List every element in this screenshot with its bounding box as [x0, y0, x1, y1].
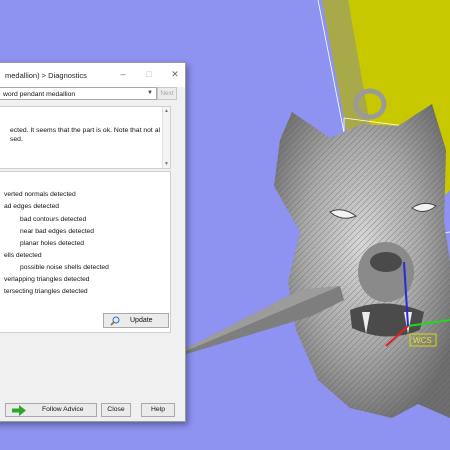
- diag-item-inverted-normals: verted normals detected: [4, 191, 76, 198]
- close-button[interactable]: Close: [101, 403, 131, 417]
- magnifier-icon: [110, 316, 120, 326]
- title-bar: medallion) > Diagnostics – □ ✕: [0, 63, 185, 87]
- diagnostics-list: verted normals detected ad edges detecte…: [0, 171, 171, 333]
- diag-item-overlapping-triangles: verlapping triangles detected: [4, 276, 90, 283]
- message-text: ected. It seems that the part is ok. Not…: [10, 127, 160, 143]
- help-button[interactable]: Help: [141, 403, 175, 417]
- diag-item-bad-edges: ad edges detected: [4, 203, 60, 210]
- scroll-down-icon[interactable]: ▼: [164, 161, 169, 167]
- diag-item-planar-holes: planar holes detected: [20, 240, 84, 247]
- next-button[interactable]: Next: [157, 87, 177, 100]
- diag-item-intersecting-triangles: tersecting triangles detected: [4, 288, 88, 295]
- diag-item-shells: ells detected: [4, 252, 42, 259]
- message-scrollbar[interactable]: ▲ ▼: [162, 107, 170, 168]
- part-select[interactable]: word pendant medallion ▼: [0, 87, 157, 100]
- close-window-button[interactable]: ✕: [169, 68, 181, 80]
- update-button[interactable]: Update: [103, 313, 169, 328]
- follow-advice-button[interactable]: Follow Advice: [5, 403, 97, 417]
- part-select-value: word pendant medallion: [3, 91, 76, 98]
- green-arrow-icon: [12, 405, 26, 416]
- scroll-up-icon[interactable]: ▲: [164, 108, 169, 114]
- diag-item-near-bad-edges: near bad edges detected: [20, 228, 94, 235]
- nose: [370, 252, 402, 272]
- message-box: ected. It seems that the part is ok. Not…: [0, 106, 171, 169]
- follow-advice-label: Follow Advice: [42, 406, 84, 413]
- diagnostics-dialog: medallion) > Diagnostics – □ ✕ word pend…: [0, 62, 186, 422]
- diag-item-bad-contours: bad contours detected: [20, 216, 87, 223]
- diag-item-noise-shells: possible noise shells detected: [20, 264, 109, 271]
- mouth: [350, 303, 424, 337]
- chevron-down-icon: ▼: [147, 90, 153, 96]
- wcs-label: WCS: [413, 336, 432, 345]
- maximize-button[interactable]: □: [143, 68, 155, 80]
- minimize-button[interactable]: –: [117, 68, 129, 80]
- window-title: medallion) > Diagnostics: [5, 71, 87, 80]
- update-label: Update: [130, 317, 153, 324]
